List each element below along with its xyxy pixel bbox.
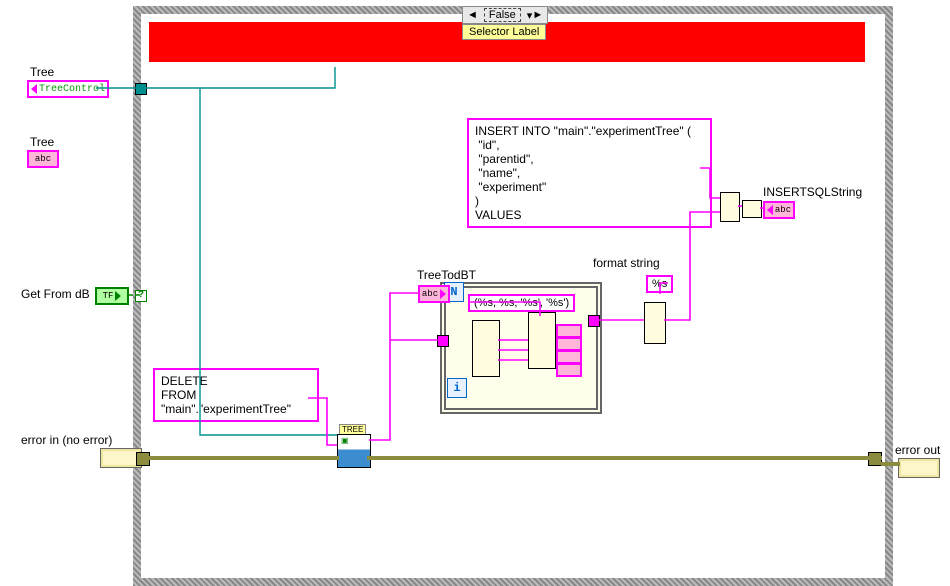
concat-strings-node[interactable] <box>720 192 740 222</box>
loop-str-out-1 <box>556 324 582 338</box>
format-token[interactable]: %s <box>646 275 673 293</box>
triangle-icon <box>440 289 446 299</box>
delete-sql-constant[interactable]: DELETE FROM "main"."experimentTree" <box>153 368 319 422</box>
tree-str-label: Tree <box>30 135 54 149</box>
format-string-label: format string <box>593 256 660 270</box>
tree-to-dbt-terminal[interactable]: abc <box>418 285 450 303</box>
tree-ref-terminal[interactable]: TreeControl <box>27 80 109 98</box>
indicator-coerce-icon <box>742 200 762 218</box>
selector-tooltip: Selector Label <box>462 24 546 40</box>
row-format-constant[interactable]: (%s, %s, '%s', '%s') <box>468 294 575 312</box>
case-selector[interactable]: ◄ False ▾ ► <box>462 6 548 24</box>
selector-left-icon[interactable]: ◄ <box>467 9 478 21</box>
tree-str-terminal[interactable]: abc <box>27 150 59 168</box>
triangle-icon <box>115 291 121 301</box>
selector-value: False <box>484 8 521 22</box>
triangle-icon <box>31 84 37 94</box>
loop-tunnel-left <box>437 335 449 347</box>
case-tunnel-error-out <box>868 452 882 466</box>
error-out-label: error out <box>895 443 940 457</box>
tree-ref-label: Tree <box>30 65 54 79</box>
get-from-db-label: Get From dB <box>21 287 90 301</box>
tree-subvi[interactable]: ▣ <box>337 434 371 468</box>
index-array-node[interactable] <box>472 320 500 377</box>
error-out-terminal[interactable] <box>898 458 940 478</box>
error-in-label: error in (no error) <box>21 433 112 447</box>
insert-sql-string-label: INSERTSQLString <box>763 185 862 199</box>
case-tunnel-error-in <box>136 452 150 466</box>
for-loop-i: i <box>447 378 467 398</box>
selector-right-icon[interactable]: ► <box>532 9 543 21</box>
insert-sql-string-terminal[interactable]: abc <box>763 201 795 219</box>
loop-tunnel-right <box>588 315 600 327</box>
tree-to-dbt-label: TreeTodBT <box>417 268 476 282</box>
loop-str-out-4 <box>556 363 582 377</box>
format-into-string-node[interactable] <box>528 312 556 369</box>
case-tunnel-ref-in <box>135 83 147 95</box>
loop-str-out-3 <box>556 350 582 364</box>
loop-str-out-2 <box>556 337 582 351</box>
triangle-icon <box>767 205 773 215</box>
case-selector-terminal: ? <box>135 290 147 302</box>
insert-sql-constant[interactable]: INSERT INTO "main"."experimentTree" ( "i… <box>467 118 712 228</box>
get-from-db-terminal[interactable]: TF <box>95 287 129 305</box>
array-to-string-node[interactable] <box>644 302 666 344</box>
